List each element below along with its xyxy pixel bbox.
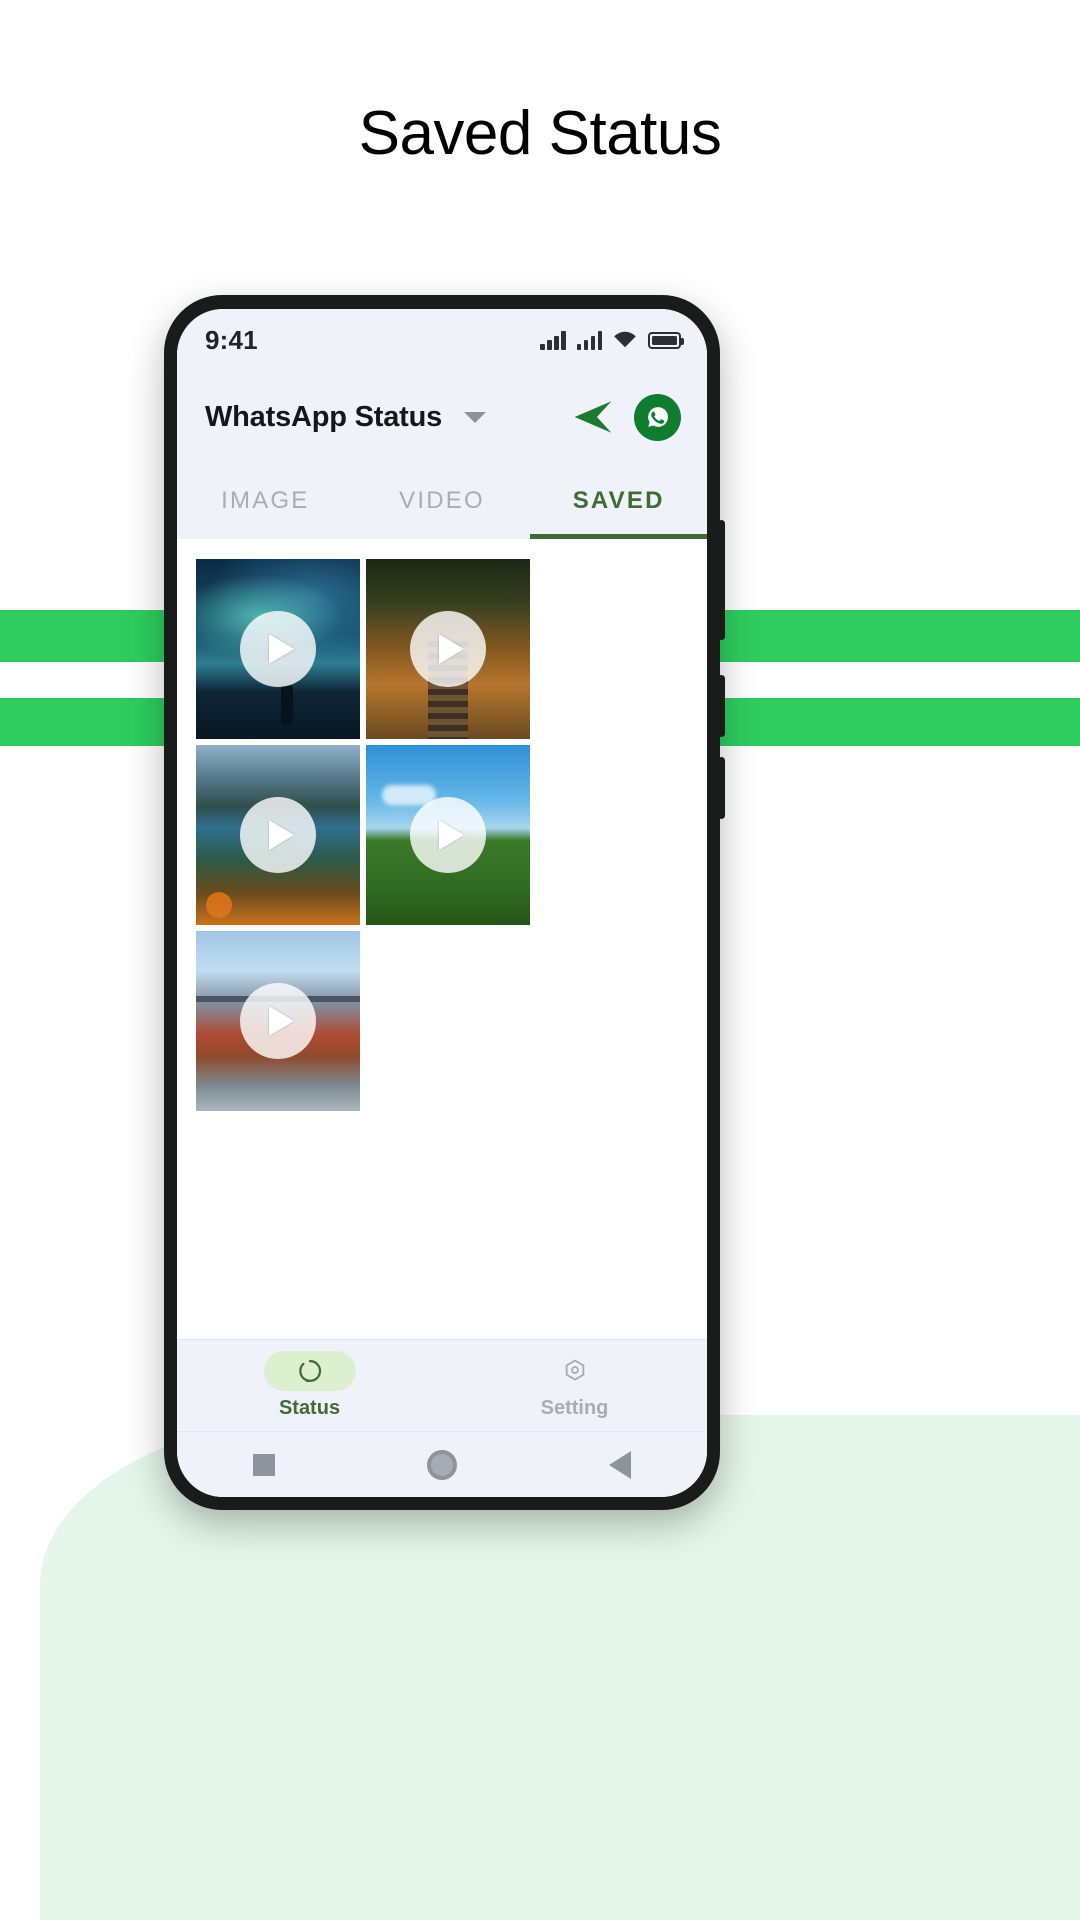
signal-bars-icon-2 [576,330,602,350]
tab-bar: IMAGE VIDEO SAVED [177,463,707,539]
play-icon[interactable] [240,797,316,873]
chevron-down-icon[interactable] [464,411,487,423]
phone-screen: 9:41 WhatsApp Status IMAGE VIDEO SAVED S… [177,309,707,1497]
phone-side-button-volume-down [718,757,725,819]
tab-video[interactable]: VIDEO [354,463,531,539]
play-icon[interactable] [410,797,486,873]
page-title: Saved Status [358,99,722,168]
play-icon[interactable] [240,983,316,1059]
video-thumbnail-item[interactable] [196,745,360,925]
video-thumbnail-item[interactable] [196,559,360,739]
video-thumbnail-item[interactable] [196,931,360,1111]
nav-item-status[interactable]: Status [177,1351,442,1420]
phone-side-button-power [718,520,725,640]
wifi-icon [613,331,637,349]
app-bar: WhatsApp Status [177,371,707,463]
tab-saved[interactable]: SAVED [530,463,707,539]
screenshot-root: Saved Status 9:41 WhatsApp Status IMAGE … [0,0,1080,1920]
video-thumbnail-item[interactable] [366,745,530,925]
saved-status-grid-area [177,539,707,1339]
android-system-nav [177,1431,707,1497]
bottom-navigation: Status Setting [177,1339,707,1431]
status-bar: 9:41 [177,309,707,371]
nav-label-status: Status [278,1397,341,1419]
app-bar-title: WhatsApp Status [205,400,443,433]
gear-icon [529,1351,621,1391]
signal-bars-icon [540,330,566,350]
nav-label-setting: Setting [540,1397,609,1419]
recent-apps-square-icon[interactable] [253,1453,275,1476]
back-triangle-icon[interactable] [609,1450,631,1479]
whatsapp-icon[interactable] [634,393,681,441]
home-circle-icon[interactable] [427,1449,457,1480]
status-bar-icons [540,330,684,350]
play-icon[interactable] [410,611,486,687]
phone-side-button-volume-up [718,675,725,737]
video-thumbnail-item[interactable] [366,559,530,739]
saved-status-grid [196,559,688,1111]
status-bar-time: 9:41 [205,324,258,355]
play-icon[interactable] [240,611,316,687]
send-icon[interactable] [572,396,614,438]
battery-icon [648,331,684,349]
phone-mockup: 9:41 WhatsApp Status IMAGE VIDEO SAVED S… [164,295,725,1510]
status-ring-icon [263,1351,356,1391]
nav-item-setting[interactable]: Setting [442,1351,707,1420]
tab-image[interactable]: IMAGE [177,463,354,539]
